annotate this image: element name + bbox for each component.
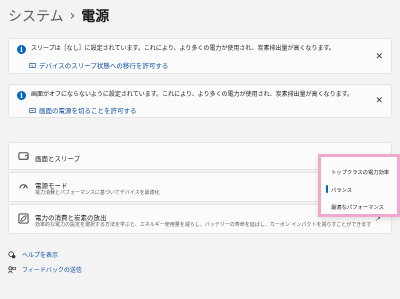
close-icon[interactable]: ✕ [375, 97, 383, 106]
close-icon[interactable]: ✕ [375, 53, 383, 62]
sleep-settings-icon [29, 62, 36, 68]
leaf-icon [18, 213, 29, 224]
screen-off-icon [29, 107, 36, 113]
screen-notice: i 画面がオフにならないように設定されています。これにより、より多くの電力が使用… [8, 84, 392, 118]
power-mode-dropdown[interactable]: トップクラスの電力効率 バランス 最適なパフォーマンス [318, 154, 400, 217]
option-best-performance[interactable]: 最適なパフォーマンス [331, 203, 384, 211]
info-icon: i [17, 45, 26, 54]
breadcrumb-system[interactable]: システム [8, 6, 64, 26]
breadcrumb-separator: › [69, 8, 76, 24]
help-icon [8, 250, 16, 258]
breadcrumb: システム › 電源 [8, 6, 109, 26]
notice-message: 画面がオフにならないように設定されています。これにより、より多くの電力が使用され… [31, 91, 354, 98]
allow-sleep-link[interactable]: デバイスのスリープ状態への移行を許可する [29, 60, 168, 70]
sleep-notice: i スリープは［なし］に設定されています。これにより、より多くの電力が使用され、… [8, 38, 392, 74]
feedback-label: フィードバックの送信 [22, 267, 82, 274]
allow-sleep-link-label: デバイスのスリープ状態への移行を許可する [39, 62, 169, 70]
allow-screen-off-link[interactable]: 画面の電源を切ることを許可する [29, 105, 137, 115]
notice-message: スリープは［なし］に設定されています。これにより、より多くの電力が使用され、炭素… [31, 45, 335, 52]
feedback-link[interactable]: フィードバックの送信 [8, 265, 82, 274]
feedback-icon [8, 265, 16, 273]
get-help-label: ヘルプを表示 [22, 252, 59, 259]
energy-carbon-description: 効率的な電力の設定を選択する方法を学ぶと、エネルギー使用量を減らし、バッテリーの… [35, 222, 372, 228]
screen-sleep-title: 画面とスリープ [35, 155, 81, 163]
option-balanced[interactable]: バランス [331, 186, 352, 194]
allow-screen-off-link-label: 画面の電源を切ることを許可する [39, 107, 137, 115]
screen-sleep-icon [18, 152, 29, 160]
info-icon: i [17, 91, 26, 100]
get-help-link[interactable]: ヘルプを表示 [8, 250, 58, 259]
selected-indicator [326, 185, 328, 193]
option-best-efficiency[interactable]: トップクラスの電力効率 [331, 168, 389, 176]
page-title: 電源 [81, 9, 110, 25]
power-mode-icon [19, 184, 28, 189]
